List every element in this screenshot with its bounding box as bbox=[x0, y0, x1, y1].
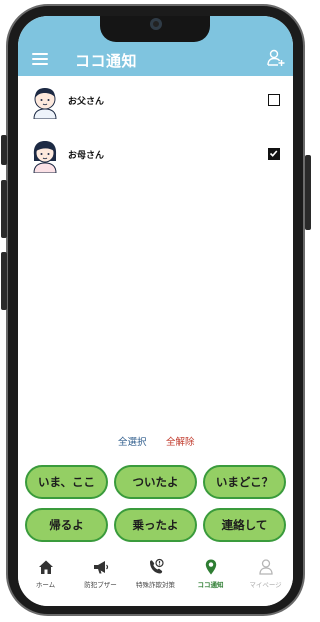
camera-icon bbox=[150, 18, 162, 30]
nav-label: 特殊詐欺対策 bbox=[136, 581, 175, 589]
quick-message-going-home-button[interactable]: 帰るよ bbox=[25, 508, 108, 542]
contact-name: お母さん bbox=[68, 151, 105, 161]
quick-message-contact-me-button[interactable]: 連絡して bbox=[203, 508, 286, 542]
menu-icon[interactable] bbox=[32, 53, 48, 65]
user-icon bbox=[258, 559, 273, 575]
add-user-icon[interactable] bbox=[267, 49, 285, 67]
nav-item-mypage[interactable]: マイページ bbox=[238, 558, 293, 602]
location-pin-icon bbox=[205, 559, 216, 575]
clear-all-link[interactable]: 全解除 bbox=[166, 434, 195, 448]
nav-item-fraud[interactable]: 特殊詐欺対策 bbox=[128, 558, 183, 602]
quick-message-here-button[interactable]: いま、ここ bbox=[25, 465, 108, 499]
screen: ココ通知 お父さん お母さん 全選択 全解除 いま、ここ ついたよ いまどこ？ … bbox=[18, 16, 293, 606]
megaphone-icon bbox=[93, 561, 108, 574]
home-icon bbox=[38, 560, 53, 574]
nav-item-koko-notice[interactable]: ココ通知 bbox=[183, 558, 238, 602]
contact-checkbox-father[interactable] bbox=[268, 94, 280, 106]
quick-message-boarded-button[interactable]: 乗ったよ bbox=[114, 508, 197, 542]
page-title: ココ通知 bbox=[75, 52, 138, 70]
nav-item-home[interactable]: ホーム bbox=[18, 558, 73, 602]
nav-label: ココ通知 bbox=[197, 581, 224, 589]
father-avatar-icon bbox=[33, 88, 57, 119]
contact-row-father[interactable]: お父さん bbox=[18, 78, 293, 126]
contact-checkbox-mother[interactable] bbox=[268, 148, 280, 160]
nav-label: 防犯ブザー bbox=[84, 581, 117, 589]
contact-name: お父さん bbox=[68, 97, 105, 107]
side-button-right bbox=[305, 155, 311, 230]
nav-item-alarm[interactable]: 防犯ブザー bbox=[73, 558, 128, 602]
side-button-left-2 bbox=[1, 180, 7, 238]
quick-message-where-button[interactable]: いまどこ？ bbox=[203, 465, 286, 499]
contact-row-mother[interactable]: お母さん bbox=[18, 132, 293, 180]
side-button-left-3 bbox=[1, 252, 7, 310]
quick-message-arrived-button[interactable]: ついたよ bbox=[114, 465, 197, 499]
nav-label: マイページ bbox=[249, 581, 282, 589]
select-all-link[interactable]: 全選択 bbox=[118, 434, 147, 448]
checkmark-icon bbox=[269, 150, 278, 157]
notch bbox=[100, 16, 210, 42]
side-button-left-1 bbox=[1, 135, 7, 165]
nav-label: ホーム bbox=[35, 581, 56, 589]
bottom-nav: ホーム 防犯ブザー 特殊詐欺対策 ココ通知 マイページ bbox=[18, 554, 293, 606]
phone-shield-icon bbox=[149, 558, 164, 574]
mother-avatar-icon bbox=[33, 141, 57, 173]
